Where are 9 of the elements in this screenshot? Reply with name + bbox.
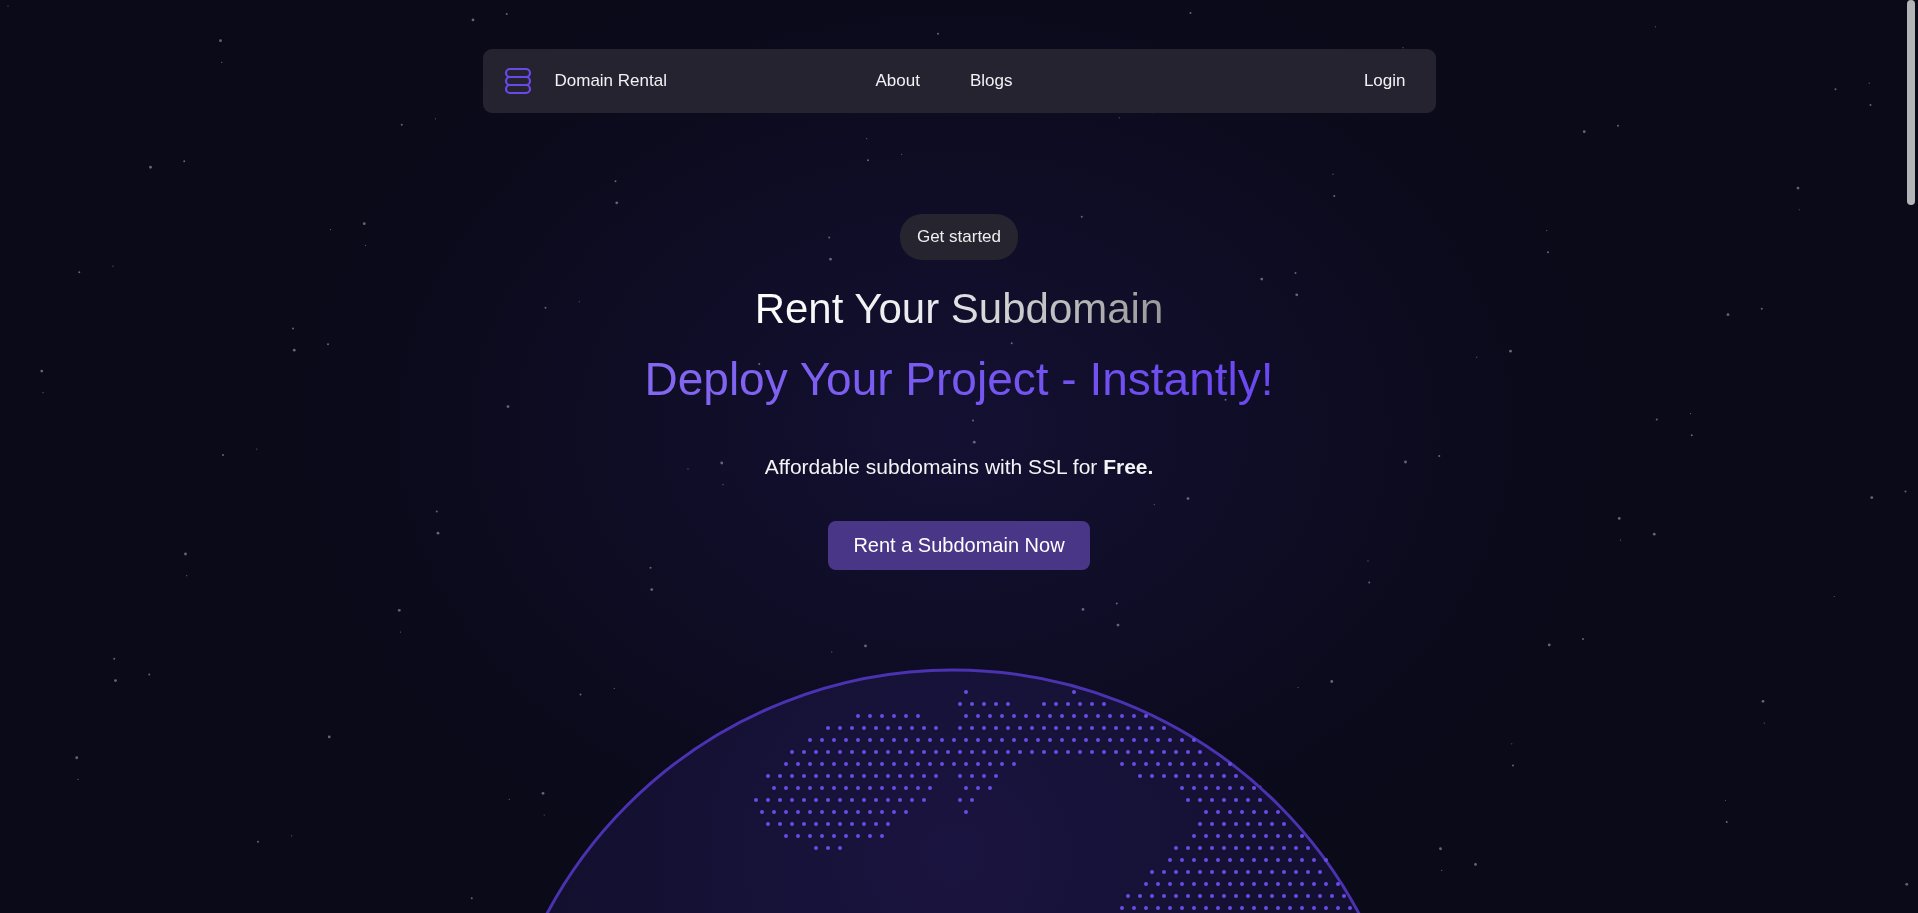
- brand-link[interactable]: Domain Rental: [554, 71, 667, 91]
- stack-icon: [502, 66, 533, 96]
- nav-link[interactable]: About: [875, 71, 920, 91]
- get-started-badge[interactable]: Get started: [899, 214, 1019, 260]
- scrollbar[interactable]: [1907, 0, 1915, 205]
- nav-link[interactable]: Blogs: [969, 71, 1013, 91]
- login-link[interactable]: Login: [1097, 71, 1406, 91]
- hero-tagline: Affordable subdomains with SSL for Free.: [764, 454, 1154, 479]
- rent-subdomain-button[interactable]: Rent a Subdomain Now: [828, 520, 1090, 570]
